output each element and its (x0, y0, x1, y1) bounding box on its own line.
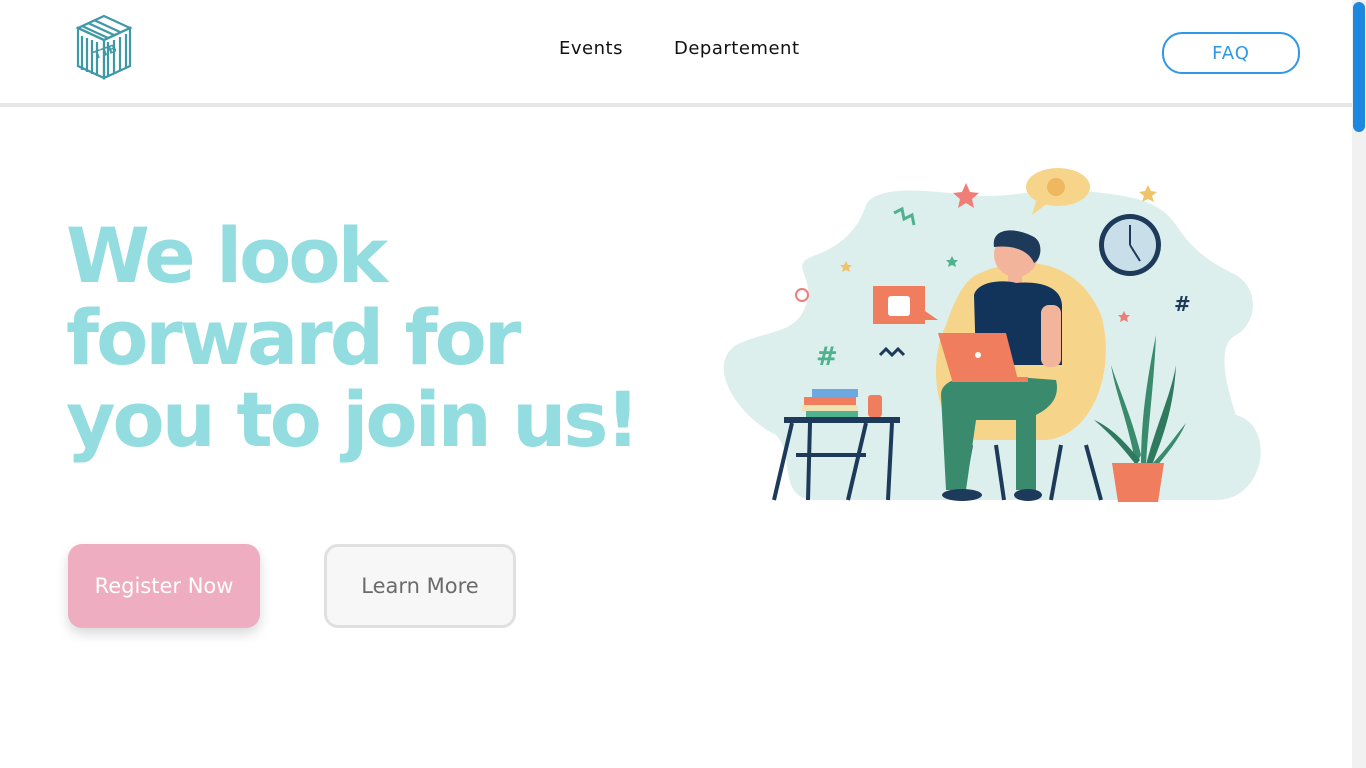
ttb-logo[interactable]: TTB (74, 14, 134, 80)
hero-illustration: # # (716, 165, 1266, 510)
hero-title-line-2: forward for (66, 293, 521, 382)
person-with-laptop-icon: # # (723, 168, 1261, 502)
faq-button[interactable]: FAQ (1162, 32, 1300, 74)
register-now-button[interactable]: Register Now (68, 544, 260, 628)
svg-text:#: # (1174, 292, 1191, 316)
learn-more-button[interactable]: Learn More (324, 544, 516, 628)
nav-departement[interactable]: Departement (674, 38, 800, 59)
logo-cube-icon: TTB (75, 14, 133, 80)
svg-text:#: # (816, 342, 838, 372)
clock-icon (1099, 214, 1161, 276)
nav-events[interactable]: Events (559, 38, 623, 59)
page-scrollbar[interactable] (1352, 0, 1366, 768)
hero-title-line-1: We look (66, 211, 388, 300)
site-header: TTB Events Departement FAQ (0, 0, 1352, 107)
hero-title: We look forward for you to join us! (66, 215, 706, 461)
hero-title-line-3: you to join us! (66, 375, 640, 464)
scrollbar-thumb[interactable] (1353, 2, 1365, 132)
